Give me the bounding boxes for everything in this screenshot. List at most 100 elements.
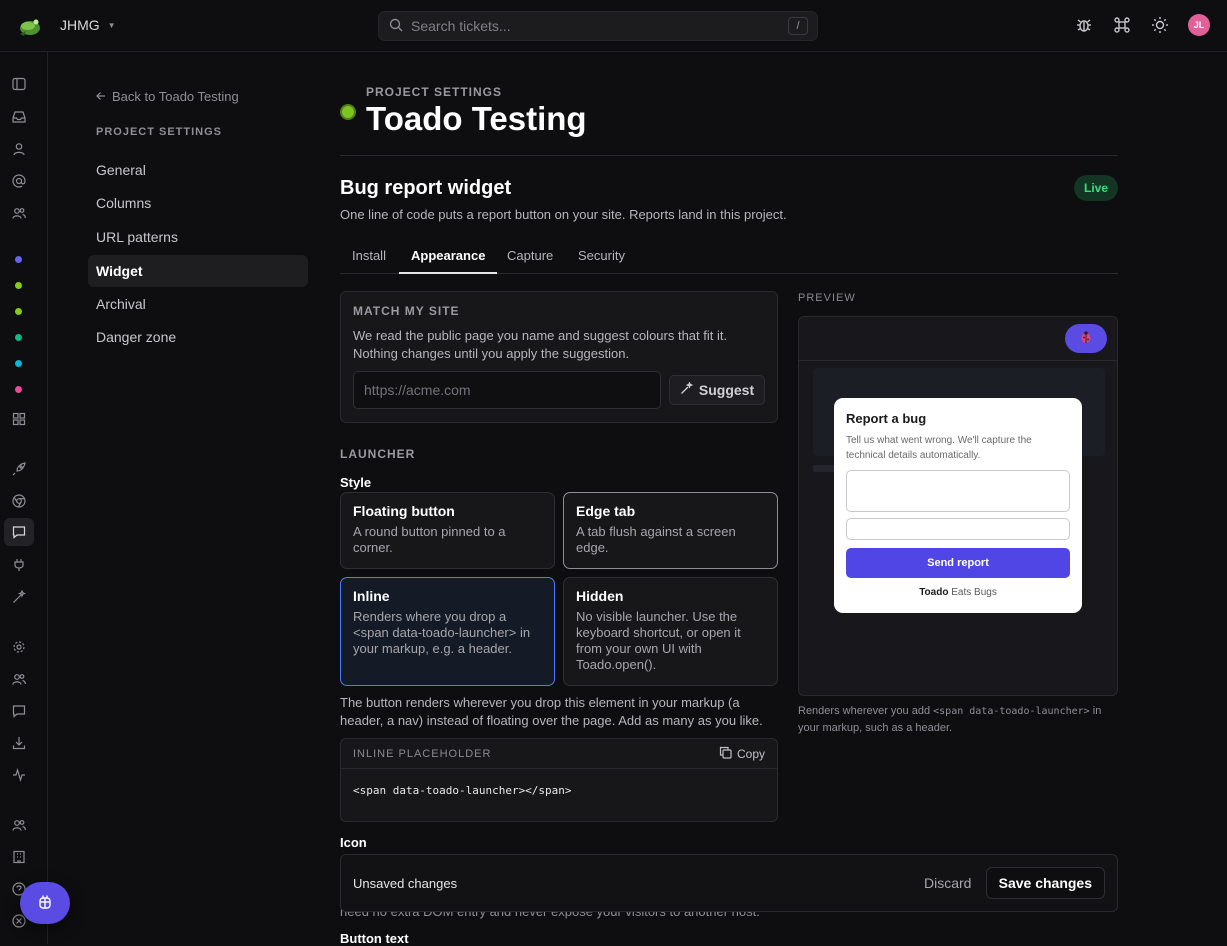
match-site-title: MATCH MY SITE xyxy=(353,304,460,318)
preview-note-prefix: Renders wherever you add xyxy=(798,705,934,717)
unsaved-changes-message: Unsaved changes xyxy=(353,876,458,891)
brand-name: Toado xyxy=(919,587,949,598)
suggest-button[interactable]: Suggest xyxy=(669,375,765,405)
command-icon[interactable] xyxy=(1112,15,1132,35)
launcher-option-hidden[interactable]: Hidden No visible launcher. Use the keyb… xyxy=(563,577,778,686)
back-link[interactable]: Back to Toado Testing xyxy=(96,89,239,104)
magic-wand-icon[interactable] xyxy=(8,586,30,608)
activity-icon[interactable] xyxy=(8,764,30,786)
search-input[interactable] xyxy=(411,18,771,34)
launcher-option-edge-tab[interactable]: Edge tab A tab flush against a screen ed… xyxy=(563,492,778,569)
popup-send-button: Send report xyxy=(846,548,1070,578)
status-badge: Live xyxy=(1073,175,1118,201)
sidebar-item-danger-zone[interactable]: Danger zone xyxy=(88,321,308,353)
icon-field-label: Icon xyxy=(340,835,367,850)
suggest-button-label: Suggest xyxy=(698,382,755,398)
search-bar[interactable]: / xyxy=(378,11,818,41)
sidebar-section-title: PROJECT SETTINGS xyxy=(96,126,223,138)
user-icon[interactable] xyxy=(8,138,30,160)
tab-appearance[interactable]: Appearance xyxy=(399,238,498,274)
toado-logo[interactable] xyxy=(16,12,44,40)
preview-header xyxy=(799,317,1117,361)
project-dot-3[interactable] xyxy=(15,308,22,315)
users-icon[interactable] xyxy=(8,202,30,224)
widget-preview: Report a bug Tell us what went wrong. We… xyxy=(798,316,1118,696)
brand-tagline: Eats Bugs xyxy=(948,587,997,598)
inline-launcher-note: The button renders wherever you drop thi… xyxy=(340,695,763,728)
project-status-dot xyxy=(340,104,356,120)
option-description: A round button pinned to a corner. xyxy=(353,524,506,555)
match-site-description: We read the public page you name and sug… xyxy=(353,328,728,361)
workspace-name: JHMG xyxy=(60,17,100,33)
at-sign-icon[interactable] xyxy=(8,170,30,192)
user-avatar[interactable]: JL xyxy=(1188,14,1210,36)
tab-bar: Install Appearance Capture Security xyxy=(340,238,1118,274)
launcher-section-title: LAUNCHER xyxy=(340,447,416,461)
widget-chat-icon[interactable] xyxy=(4,518,34,546)
project-dot-1[interactable] xyxy=(15,256,22,263)
code-snippet[interactable]: <span data-toado-launcher></span> xyxy=(353,784,572,797)
rocket-icon[interactable] xyxy=(8,458,30,480)
sidebar-item-url-patterns[interactable]: URL patterns xyxy=(88,221,308,253)
tab-install[interactable]: Install xyxy=(340,238,398,274)
inbox-icon[interactable] xyxy=(8,106,30,128)
back-link-label: Back to Toado Testing xyxy=(112,89,239,104)
chrome-icon[interactable] xyxy=(8,490,30,512)
workspace-switcher[interactable]: JHMG ▼ xyxy=(60,17,116,33)
page-eyebrow: PROJECT SETTINGS xyxy=(366,85,503,99)
preview-note: Renders wherever you add <span data-toad… xyxy=(798,703,1118,736)
project-dot-6[interactable] xyxy=(15,386,22,393)
option-description: No visible launcher. Use the keyboard sh… xyxy=(576,609,741,672)
code-card-header: INLINE PLACEHOLDER Copy xyxy=(341,739,777,769)
team-icon[interactable] xyxy=(8,668,30,690)
sun-icon[interactable] xyxy=(1150,15,1170,35)
members-icon[interactable] xyxy=(8,814,30,836)
download-icon[interactable] xyxy=(8,732,30,754)
unsaved-changes-bar: Unsaved changes Discard Save changes xyxy=(340,854,1118,912)
section-subtitle: One line of code puts a report button on… xyxy=(340,207,787,222)
sidebar-item-general[interactable]: General xyxy=(88,154,308,186)
tab-security[interactable]: Security xyxy=(566,238,637,274)
bug-icon[interactable] xyxy=(1074,15,1094,35)
option-title: Inline xyxy=(353,588,390,604)
launcher-option-floating-button[interactable]: Floating button A round button pinned to… xyxy=(340,492,555,569)
page-title: Toado Testing xyxy=(366,100,587,137)
sidebar-item-archival[interactable]: Archival xyxy=(88,288,308,320)
preview-report-popup: Report a bug Tell us what went wrong. We… xyxy=(834,398,1082,613)
tab-capture[interactable]: Capture xyxy=(495,238,565,274)
arrow-left-icon xyxy=(96,89,106,104)
inline-placeholder-code-card: INLINE PLACEHOLDER Copy <span data-toado… xyxy=(340,738,778,822)
copy-icon xyxy=(719,746,732,762)
option-description: Renders where you drop a <span data-toad… xyxy=(353,609,531,656)
icon-rail xyxy=(0,52,48,944)
search-icon xyxy=(389,18,403,35)
launcher-option-inline[interactable]: Inline Renders where you drop a <span da… xyxy=(340,577,555,686)
divider xyxy=(340,155,1118,156)
sidebar-item-widget[interactable]: Widget xyxy=(88,255,308,287)
section-title: Bug report widget xyxy=(340,177,512,199)
settings-gear-icon[interactable] xyxy=(8,636,30,658)
option-title: Edge tab xyxy=(576,503,636,519)
ladybug-icon xyxy=(1079,330,1093,347)
code-card-title: INLINE PLACEHOLDER xyxy=(353,748,492,760)
top-bar: JHMG ▼ / JL xyxy=(0,0,1227,52)
project-dot-4[interactable] xyxy=(15,334,22,341)
project-dot-5[interactable] xyxy=(15,360,22,367)
copy-button[interactable]: Copy xyxy=(719,746,765,762)
discard-button[interactable]: Discard xyxy=(924,875,971,891)
message-icon[interactable] xyxy=(8,700,30,722)
building-icon[interactable] xyxy=(8,846,30,868)
preview-launcher-button xyxy=(1065,324,1107,353)
save-changes-button[interactable]: Save changes xyxy=(985,867,1105,899)
preview-label: PREVIEW xyxy=(798,292,856,304)
search-shortcut-key: / xyxy=(788,17,808,35)
sidebar-item-columns[interactable]: Columns xyxy=(88,187,308,219)
plug-icon[interactable] xyxy=(8,554,30,576)
panel-icon[interactable] xyxy=(8,73,30,95)
project-dot-2[interactable] xyxy=(15,282,22,289)
site-url-input[interactable] xyxy=(353,371,661,409)
bug-report-icon xyxy=(37,894,53,913)
toado-launcher-button[interactable] xyxy=(20,882,70,924)
option-title: Floating button xyxy=(353,503,455,519)
grid-icon[interactable] xyxy=(8,408,30,430)
